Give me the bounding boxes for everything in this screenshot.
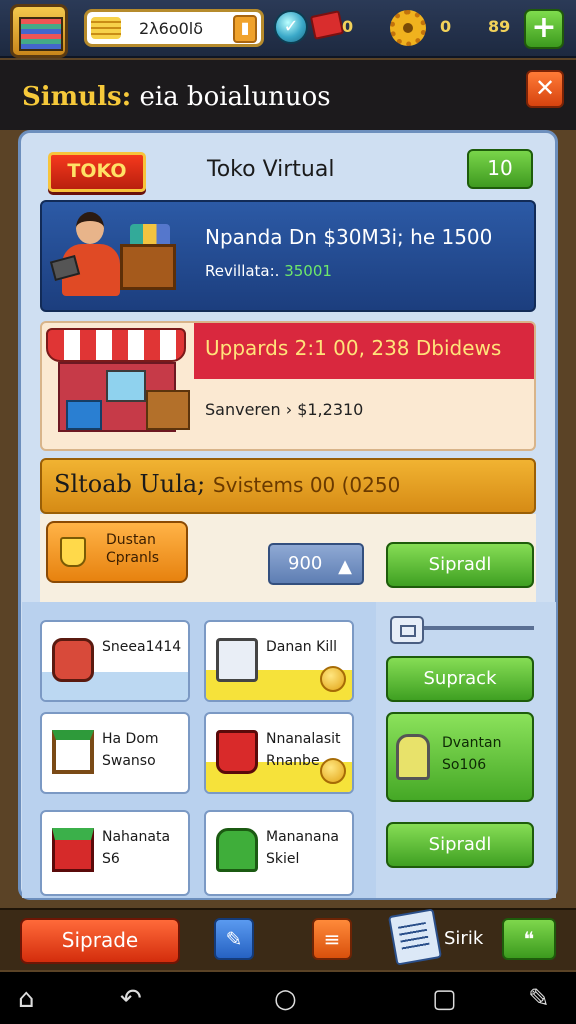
item-tile[interactable]: Ha Dom Swanso	[40, 712, 190, 794]
item-label: Mananana Skiel	[266, 829, 340, 867]
register-icon	[146, 390, 190, 430]
main-upgrade-button[interactable]: Siprade	[20, 918, 180, 964]
item-tile[interactable]: Mananana Skiel	[204, 810, 354, 896]
recents-icon[interactable]: ▢	[432, 984, 457, 1014]
slider-handle[interactable]	[390, 616, 424, 644]
merchant-illustration	[49, 210, 180, 302]
gem-count: 89	[488, 17, 511, 36]
bell-icon: ▲	[338, 556, 352, 577]
info-revenue-value: 35001	[279, 262, 332, 280]
item-label: Danan Kill	[266, 639, 337, 655]
storefront-illustration	[46, 322, 194, 446]
chat-icon[interactable]: ❝	[502, 918, 556, 960]
sipradl-button[interactable]: Sipradl	[386, 822, 534, 868]
coin-add-icon[interactable]: ▮	[233, 15, 257, 43]
robot-icon	[396, 734, 430, 780]
awning-icon	[46, 328, 186, 362]
coin-icon	[320, 758, 346, 784]
coin-value: 2λ6o0lδ	[139, 19, 204, 38]
page-title: Simuls: eia boialunuos	[22, 82, 331, 112]
tablet-icon	[216, 638, 258, 682]
gear-icon[interactable]	[390, 10, 426, 46]
upgrade-title: Uppards 2:1 00, 238 Dbidews	[205, 336, 502, 360]
info-headline: Npanda Dn $30M3i; he 1500	[205, 225, 493, 249]
gear-count: 0	[440, 17, 452, 36]
treasure-chest-icon[interactable]	[10, 4, 68, 58]
page-title-suffix: eia boialunuos	[131, 82, 331, 112]
gem-icon: ✓	[274, 10, 308, 44]
item-tile[interactable]: Sneea1414	[40, 620, 190, 702]
back-icon[interactable]: ↶	[120, 984, 142, 1014]
suprack-button[interactable]: Suprack	[386, 656, 534, 702]
coin-stack-icon	[91, 17, 121, 39]
cup-icon	[60, 537, 86, 567]
jar-icon	[52, 638, 94, 682]
info-revenue-label: Revillata:.	[205, 262, 280, 280]
systems-subtitle: Svistems 00 (0250	[212, 473, 401, 497]
coin-counter: 2λ6o0lδ ▮	[84, 9, 264, 47]
bottom-label: Sirik	[444, 928, 484, 949]
feature-label: Dvantan So106	[442, 735, 502, 773]
clipboard-icon[interactable]	[388, 908, 442, 966]
custom-upgrade-label: Dustan Cpranls	[106, 532, 160, 566]
feature-tile[interactable]: Dvantan So106	[386, 712, 534, 802]
systems-title: Sltoab Uula; Svistems 00 (0250	[54, 470, 400, 498]
custom-upgrade-button[interactable]: Dustan Cpranls	[46, 521, 188, 583]
systems-title-main: Sltoab Uula;	[54, 470, 213, 498]
item-label: Nahanata S6	[102, 829, 171, 867]
coin-icon	[320, 666, 346, 692]
shelf-icon	[52, 730, 94, 774]
circle-home-icon[interactable]: ○	[274, 984, 297, 1014]
add-resource-button[interactable]: +	[524, 9, 564, 49]
title-bar: Simuls: eia boialunuos	[0, 60, 576, 130]
shop-title: Toko Virtual	[207, 157, 335, 182]
close-button[interactable]: ✕	[526, 70, 564, 108]
merchant-head	[76, 212, 104, 244]
edit-icon[interactable]: ✎	[528, 984, 550, 1014]
item-tile[interactable]: Nnanalasit Rnanbe	[204, 712, 354, 794]
ticket-count: 0	[342, 17, 354, 36]
item-label: Ha Dom Swanso	[102, 731, 159, 769]
shopping-cart-icon	[216, 730, 258, 774]
level-button[interactable]: 10	[467, 149, 533, 189]
crate-icon	[120, 244, 176, 290]
upgrade-cost: Sanveren › $1,2310	[205, 400, 364, 419]
systems-upgrade-button[interactable]: Sipradl	[386, 542, 534, 588]
cart-icon	[66, 400, 102, 430]
shop-badge: TOKO	[48, 152, 146, 192]
home-icon[interactable]: ⌂	[18, 984, 35, 1014]
pencil-icon[interactable]: ✎	[214, 918, 254, 960]
quantity-field[interactable]: 900 ▲	[268, 543, 364, 585]
shop-window	[106, 370, 146, 402]
quantity-value: 900	[288, 553, 323, 574]
item-label: Sneea1414	[102, 639, 182, 655]
item-tile[interactable]: Nahanata S6	[40, 810, 190, 896]
produce-box-icon	[52, 828, 94, 872]
page-title-prefix: Simuls:	[22, 82, 132, 112]
trash-bin-icon	[216, 828, 258, 872]
item-tile[interactable]: Danan Kill	[204, 620, 354, 702]
list-icon[interactable]: ≡	[312, 918, 352, 960]
info-revenue: Revillata:. 35001	[205, 262, 332, 280]
